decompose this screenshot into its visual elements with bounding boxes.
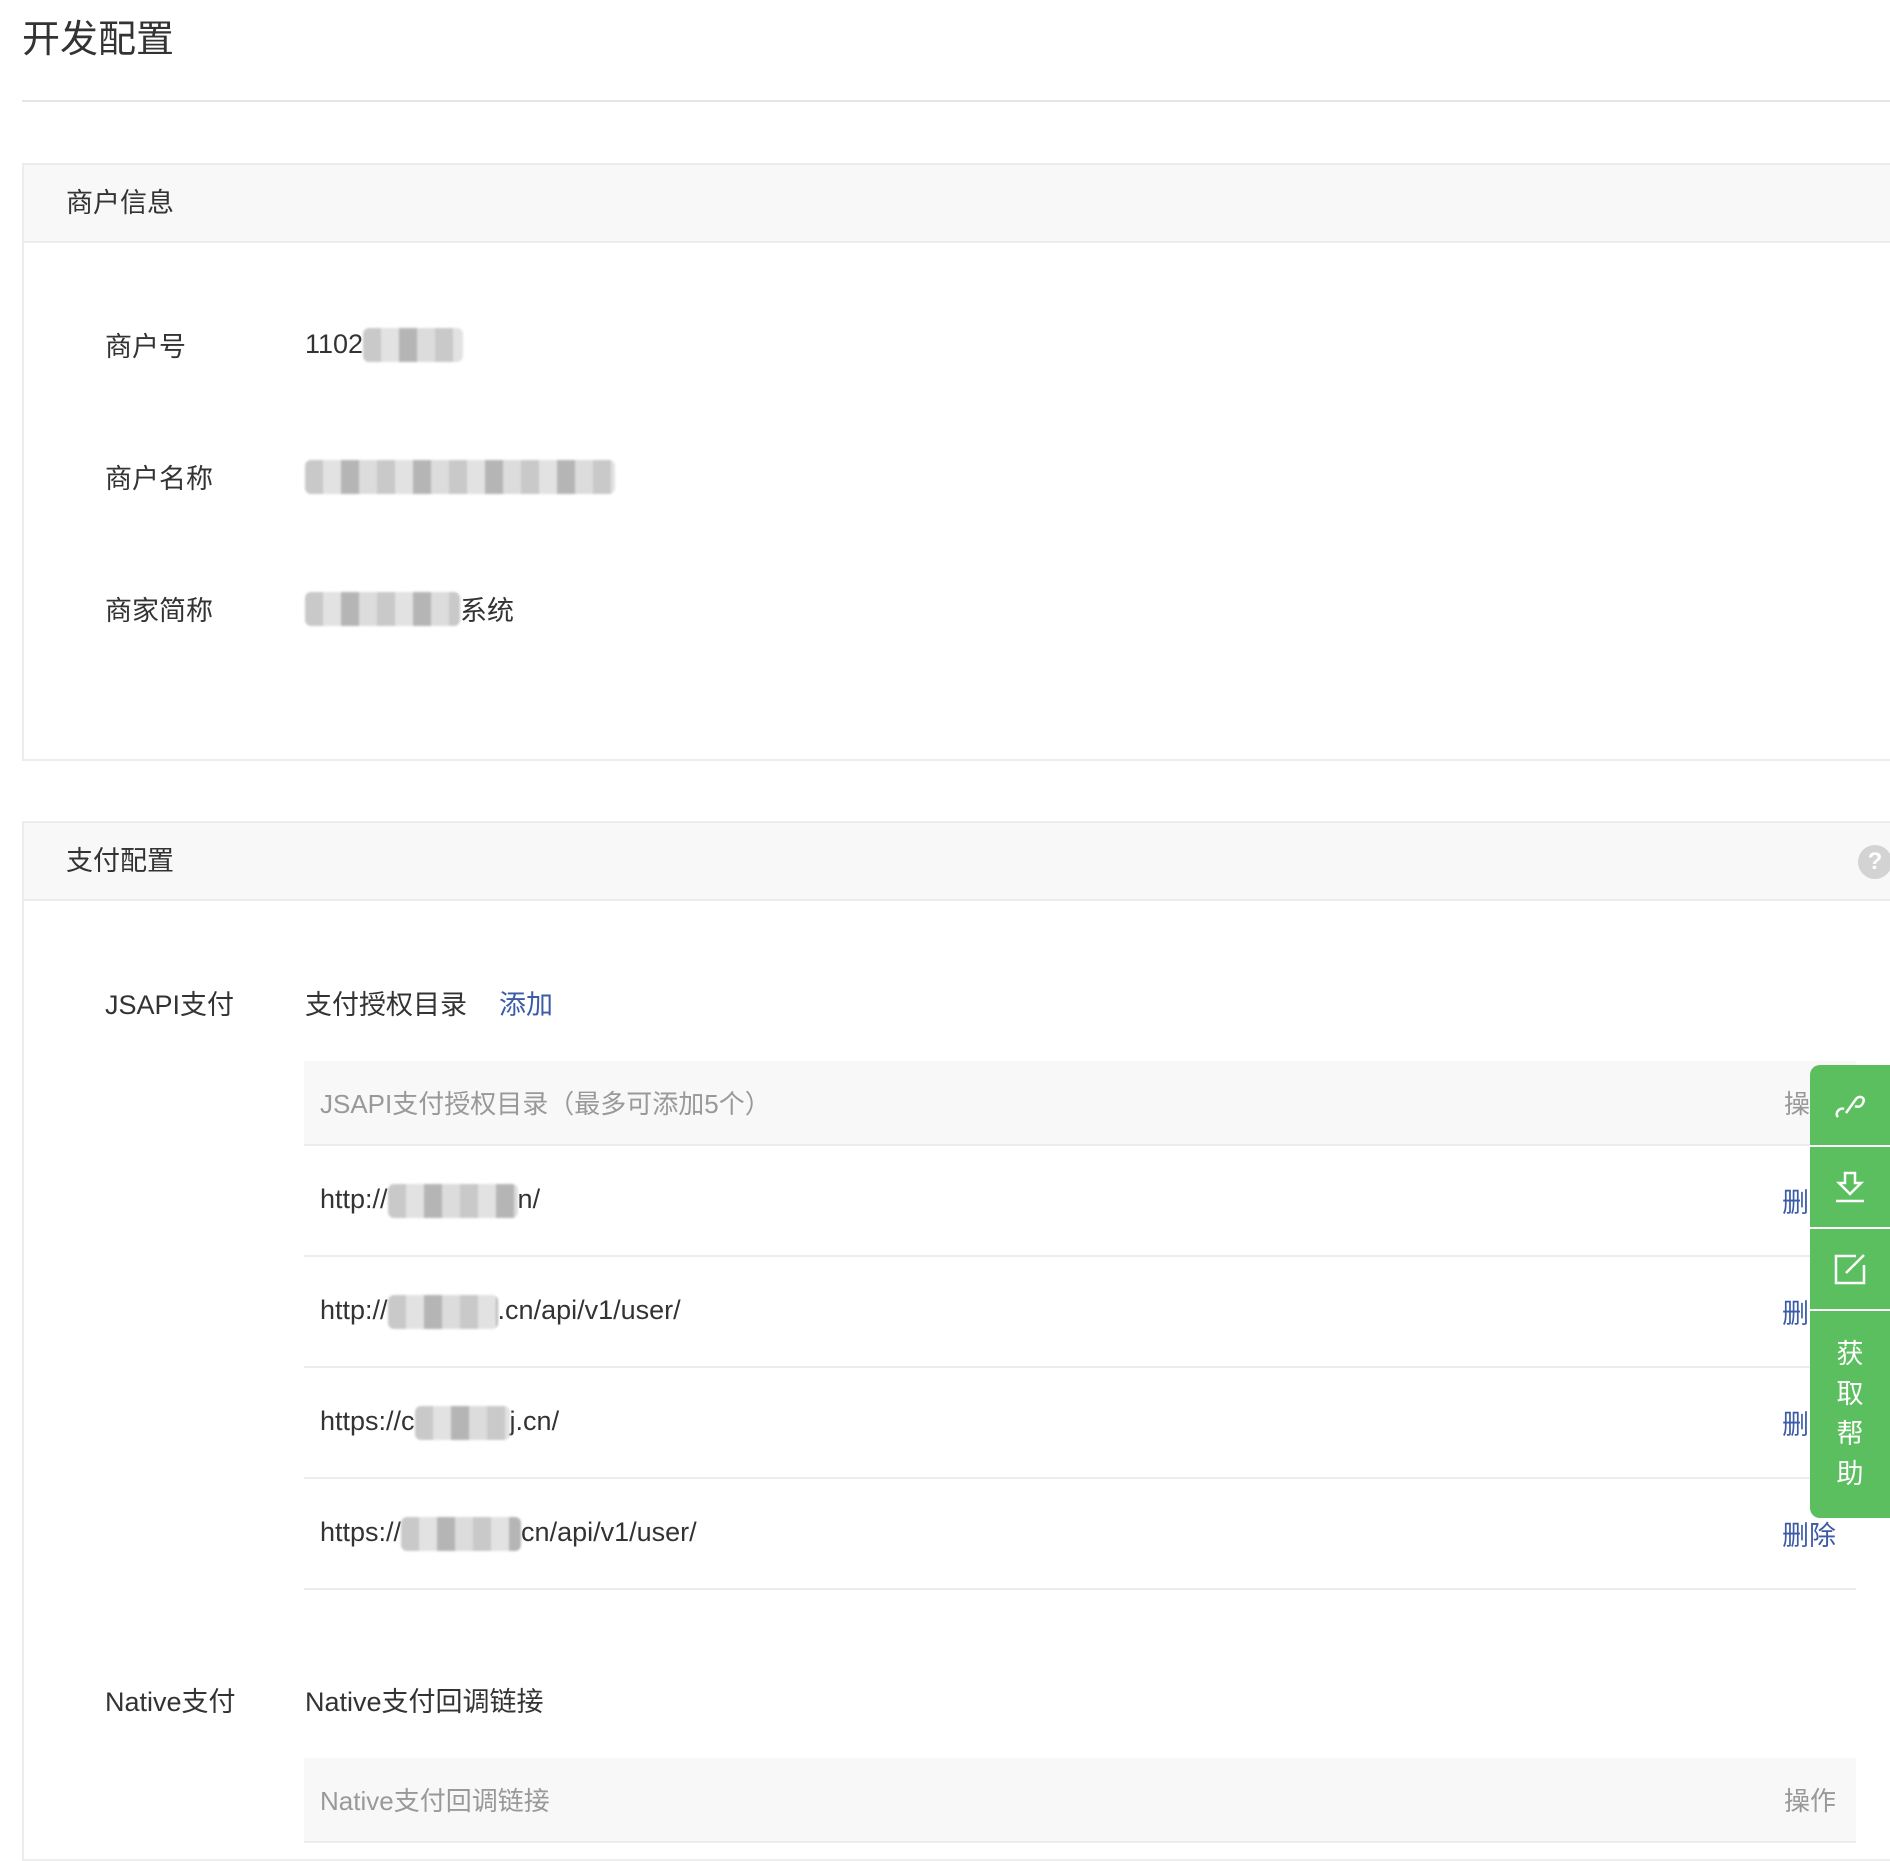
get-help-button[interactable]: 获 取 帮 助 xyxy=(1810,1311,1890,1516)
table-row: http://.cn/api/v1/user/删除 xyxy=(304,1257,1856,1368)
merchant-short-name-row: 商家简称 系统 xyxy=(105,589,514,628)
redacted-value xyxy=(387,1183,518,1218)
redacted-value xyxy=(387,1294,498,1329)
card-title: 商户信息 xyxy=(24,165,1890,243)
help-char: 帮 xyxy=(1836,1418,1864,1449)
jsapi-row: JSAPI支付 支付授权目录 添加 xyxy=(105,983,553,1022)
link-icon xyxy=(1835,1095,1865,1118)
merchant-name-row: 商户名称 xyxy=(105,457,615,496)
redacted-value xyxy=(401,1516,522,1551)
action-column-header: 操作 xyxy=(1783,1786,1836,1816)
feedback-button[interactable] xyxy=(1810,1229,1890,1311)
native-row: Native支付 Native支付回调链接 xyxy=(105,1680,544,1719)
download-button[interactable] xyxy=(1810,1147,1890,1229)
url-prefix: https:// xyxy=(320,1516,402,1547)
jsapi-sub-label: 支付授权目录 xyxy=(305,990,467,1020)
side-toolbar: 获 取 帮 助 xyxy=(1810,1065,1890,1518)
url-prefix: http:// xyxy=(320,1183,388,1214)
jsapi-table: JSAPI支付授权目录（最多可添加5个）操作 http:// n/删除 http:… xyxy=(304,1061,1856,1590)
native-label: Native支付 xyxy=(105,1687,236,1717)
divider xyxy=(22,100,1890,102)
help-char: 助 xyxy=(1836,1458,1864,1489)
redacted-value xyxy=(305,459,615,494)
native-sub-label: Native支付回调链接 xyxy=(305,1687,544,1717)
url-prefix: http:// xyxy=(320,1294,388,1325)
help-char: 取 xyxy=(1836,1378,1864,1409)
table-row: http://n/删除 xyxy=(304,1146,1856,1257)
jsapi-label: JSAPI支付 xyxy=(105,990,235,1020)
field-label: 商户号 xyxy=(105,332,186,362)
url-suffix: cn/api/v1/user/ xyxy=(521,1516,697,1547)
column-header: JSAPI支付授权目录（最多可添加5个） xyxy=(320,1089,771,1119)
add-link[interactable]: 添加 xyxy=(499,983,553,1022)
field-label: 商家简称 xyxy=(105,596,213,626)
url-suffix: n/ xyxy=(517,1183,541,1214)
redacted-value xyxy=(305,591,460,626)
help-icon[interactable]: ? xyxy=(1858,845,1890,879)
table-header: JSAPI支付授权目录（最多可添加5个）操作 xyxy=(304,1061,1856,1146)
redacted-value xyxy=(414,1405,510,1440)
native-table: Native支付回调链接 操作 xyxy=(304,1758,1856,1843)
table-header: Native支付回调链接 操作 xyxy=(304,1758,1856,1843)
delete-link[interactable]: 删除 xyxy=(1782,1514,1836,1553)
download-icon xyxy=(1835,1171,1865,1203)
redacted-value xyxy=(363,327,464,362)
url-prefix: https://c xyxy=(320,1405,415,1436)
field-value: 1102 xyxy=(305,329,364,359)
merchant-id-row: 商户号 1102 xyxy=(105,325,464,364)
url-suffix: .cn/api/v1/user/ xyxy=(497,1294,681,1325)
card-title: 支付配置 ? xyxy=(24,823,1890,901)
edit-icon xyxy=(1834,1254,1866,1285)
url-suffix: j.cn/ xyxy=(509,1405,560,1436)
field-label: 商户名称 xyxy=(105,464,213,494)
help-char: 获 xyxy=(1836,1338,1864,1369)
table-row: https:// cn/api/v1/user/删除 xyxy=(304,1479,1856,1590)
card-title-text: 支付配置 xyxy=(66,846,174,876)
field-value: 系统 xyxy=(460,596,514,626)
table-row: https://c j.cn/删除 xyxy=(304,1368,1856,1479)
page-title: 开发配置 xyxy=(22,19,175,61)
column-header: Native支付回调链接 xyxy=(320,1786,550,1816)
link-button[interactable] xyxy=(1810,1065,1890,1147)
